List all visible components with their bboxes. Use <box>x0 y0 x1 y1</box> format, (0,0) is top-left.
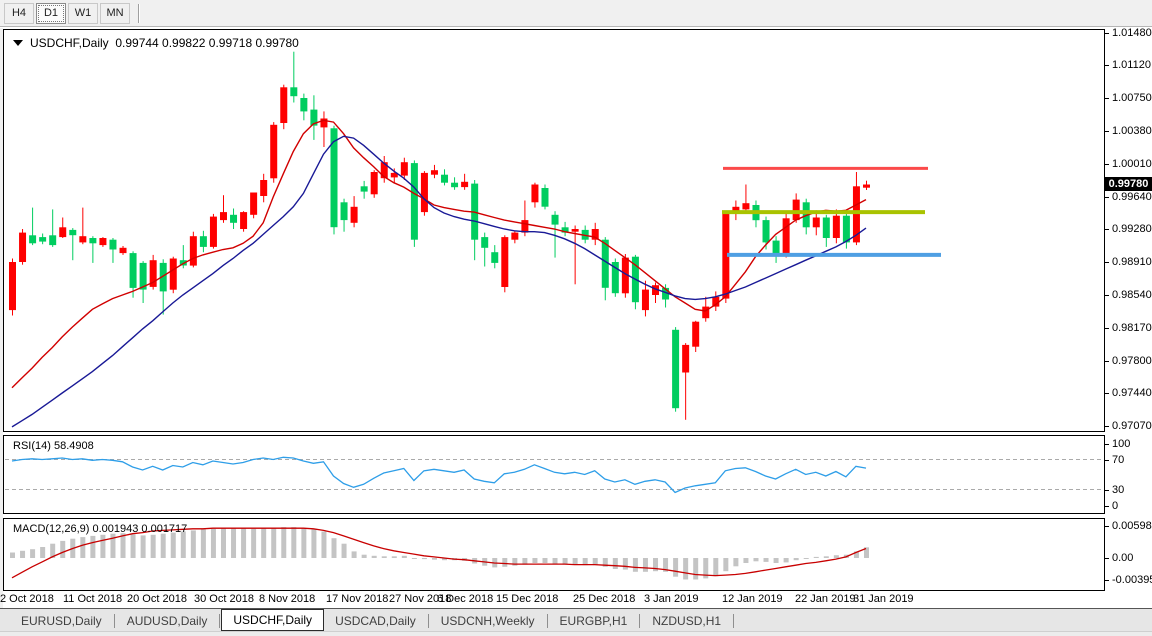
date-axis-label: 30 Oct 2018 <box>194 593 254 605</box>
rsi-canvas[interactable] <box>4 436 1104 513</box>
price-axis-label: 1.00380 <box>1112 125 1152 137</box>
date-axis-label: 15 Dec 2018 <box>496 593 558 605</box>
macd-axis-label: 0.00 <box>1112 552 1133 564</box>
chart-tab-nzdusd-h1[interactable]: NZDUSD,H1 <box>641 611 732 631</box>
price-axis-label: 1.01480 <box>1112 27 1152 39</box>
chart-tab-eurgbp-h1[interactable]: EURGBP,H1 <box>549 611 639 631</box>
axis-tick <box>1105 490 1109 491</box>
date-axis-label: 12 Jan 2019 <box>722 593 783 605</box>
price-axis-label: 1.00010 <box>1112 158 1152 170</box>
axis-tick <box>1105 262 1109 263</box>
current-price-tag: 0.99780 <box>1105 177 1152 191</box>
timeframe-button-d1[interactable]: D1 <box>36 3 66 24</box>
price-axis-label: 1.01120 <box>1112 59 1151 71</box>
date-axis-label: 31 Jan 2019 <box>853 593 914 605</box>
price-axis-label: 0.97440 <box>1112 387 1152 399</box>
chart-tab-audusd-daily[interactable]: AUDUSD,Daily <box>116 611 219 631</box>
tab-separator <box>733 614 734 628</box>
tab-separator <box>639 614 640 628</box>
date-axis-label: 25 Dec 2018 <box>573 593 635 605</box>
chart-info-line: USDCHF,Daily 0.99744 0.99822 0.99718 0.9… <box>13 36 299 50</box>
axis-tick <box>1105 460 1109 461</box>
price-chart-panel[interactable]: USDCHF,Daily 0.99744 0.99822 0.99718 0.9… <box>3 29 1105 432</box>
timeframe-button-w1[interactable]: W1 <box>68 3 98 24</box>
price-axis-label: 0.98540 <box>1112 289 1152 301</box>
date-axis-label: 22 Jan 2019 <box>795 593 856 605</box>
tab-separator <box>219 614 220 628</box>
price-axis-label: 0.97800 <box>1112 355 1152 367</box>
price-chart-canvas[interactable] <box>4 30 1104 431</box>
axis-tick <box>1105 65 1109 66</box>
axis-tick <box>1105 98 1109 99</box>
rsi-label: RSI(14) 58.4908 <box>13 440 94 452</box>
rsi-axis-label: 70 <box>1112 454 1124 466</box>
timeframe-buttons: H4D1W1MN <box>4 3 132 24</box>
symbol-ohlc-text: USDCHF,Daily 0.99744 0.99822 0.99718 0.9… <box>30 36 299 50</box>
tab-separator <box>547 614 548 628</box>
price-axis-label: 0.98910 <box>1112 256 1152 268</box>
tab-separator <box>428 614 429 628</box>
axis-tick <box>1105 506 1109 507</box>
date-axis-label: 20 Oct 2018 <box>127 593 187 605</box>
axis-tick <box>1105 426 1109 427</box>
price-axis[interactable]: 1.01480 1.01120 1.00750 1.00380 1.00010 0.996… <box>1105 29 1152 608</box>
date-axis-label: 3 Jan 2019 <box>644 593 698 605</box>
rsi-axis-label: 30 <box>1112 484 1124 496</box>
rsi-axis-label: 100 <box>1112 438 1130 450</box>
axis-tick <box>1105 33 1109 34</box>
price-axis-label: 0.97070 <box>1112 420 1152 432</box>
chart-tab-usdchf-daily[interactable]: USDCHF,Daily <box>221 609 324 631</box>
tab-separator <box>114 614 115 628</box>
date-axis-label: 8 Nov 2018 <box>259 593 315 605</box>
axis-tick <box>1105 526 1109 527</box>
chart-tab-usdcad-daily[interactable]: USDCAD,Daily <box>324 611 427 631</box>
rsi-axis-label: 0 <box>1112 500 1118 512</box>
date-axis-label: 17 Nov 2018 <box>326 593 388 605</box>
axis-tick <box>1105 580 1109 581</box>
axis-tick <box>1105 393 1109 394</box>
macd-label: MACD(12,26,9) 0.001943 0.001717 <box>13 523 187 535</box>
price-axis-label: 0.98170 <box>1112 322 1152 334</box>
axis-tick <box>1105 131 1109 132</box>
chevron-down-icon[interactable] <box>13 40 23 46</box>
axis-tick <box>1105 328 1109 329</box>
axis-tick <box>1105 558 1109 559</box>
date-axis-label: 2 Oct 2018 <box>0 593 54 605</box>
chart-tab-eurusd-daily[interactable]: EURUSD,Daily <box>10 611 113 631</box>
rsi-panel[interactable]: RSI(14) 58.4908 <box>3 435 1105 514</box>
timeframe-button-h4[interactable]: H4 <box>4 3 34 24</box>
price-axis-label: 0.99640 <box>1112 191 1152 203</box>
chart-tab-bar: EURUSD,DailyAUDUSD,DailyUSDCHF,DailyUSDC… <box>0 609 1152 632</box>
macd-axis-label: 0.005985 <box>1112 520 1152 532</box>
macd-panel[interactable]: MACD(12,26,9) 0.001943 0.001717 <box>3 518 1105 591</box>
date-axis-label: 11 Oct 2018 <box>63 593 122 605</box>
bottom-strip <box>0 632 1152 636</box>
axis-tick <box>1105 444 1109 445</box>
macd-axis-label: -0.003954 <box>1112 574 1152 586</box>
timeframe-button-mn[interactable]: MN <box>100 3 130 24</box>
timeframe-toolbar: H4D1W1MN <box>0 0 1152 27</box>
chart-tab-usdcnh-weekly[interactable]: USDCNH,Weekly <box>430 611 546 631</box>
date-axis[interactable]: 2 Oct 2018 11 Oct 2018 20 Oct 2018 30 Oct 2… <box>3 591 1105 608</box>
axis-tick <box>1105 361 1109 362</box>
toolbar-separator <box>138 4 140 23</box>
price-axis-label: 0.99280 <box>1112 223 1152 235</box>
axis-tick <box>1105 229 1109 230</box>
price-axis-label: 1.00750 <box>1112 92 1152 104</box>
axis-tick <box>1105 197 1109 198</box>
mt4-window: H4D1W1MN USDCHF,Daily 0.99744 0.99822 0.… <box>0 0 1152 636</box>
axis-tick <box>1105 164 1109 165</box>
date-axis-label: 6 Dec 2018 <box>437 593 493 605</box>
axis-tick <box>1105 295 1109 296</box>
